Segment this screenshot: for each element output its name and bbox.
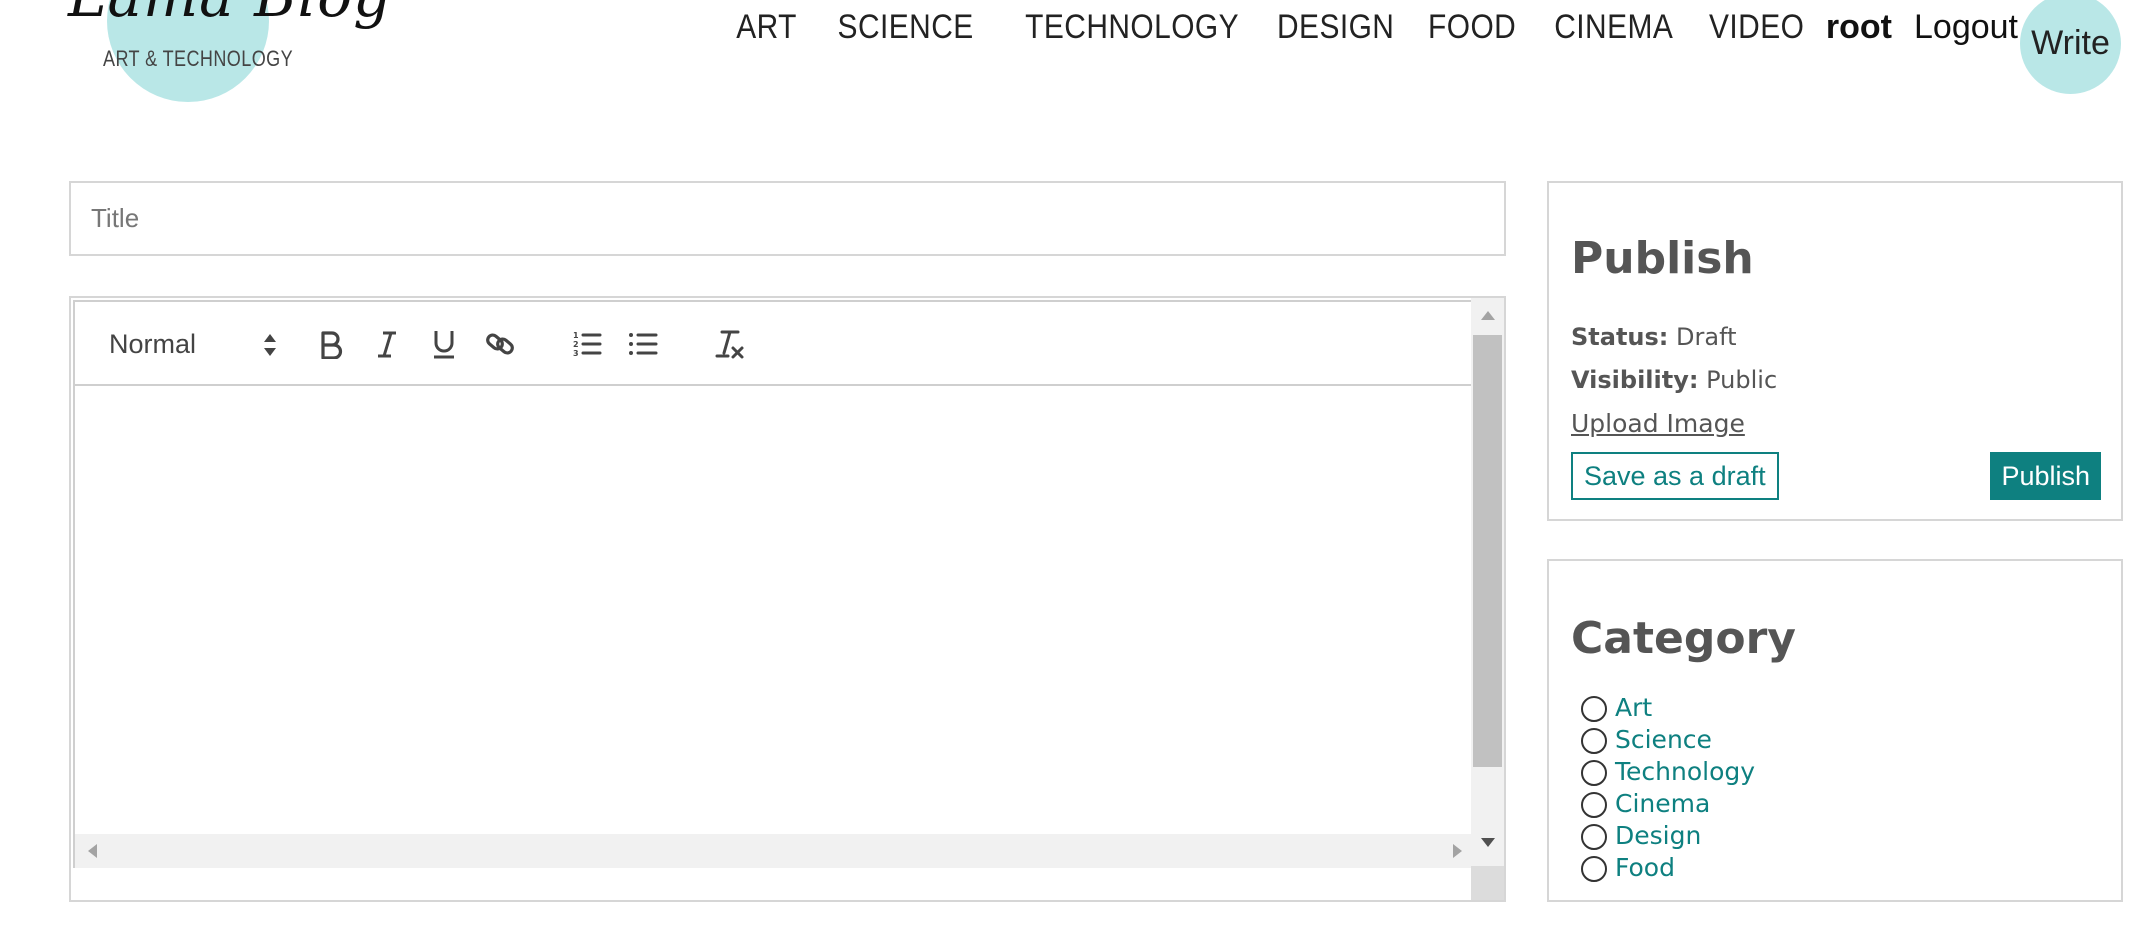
category-option-art[interactable]: Art xyxy=(1581,691,1755,723)
nav-link-science[interactable]: SCIENCE xyxy=(838,8,974,47)
nav-links: ART SCIENCE TECHNOLOGY DESIGN FOOD CINEM… xyxy=(706,4,2018,50)
scroll-down-icon[interactable] xyxy=(1479,836,1497,850)
italic-button[interactable] xyxy=(365,322,409,366)
bullet-list-icon xyxy=(629,333,658,355)
clear-format-icon xyxy=(715,330,744,359)
save-draft-button[interactable]: Save as a draft xyxy=(1571,452,1779,500)
status-label: Status: xyxy=(1571,323,1669,351)
status-value: Draft xyxy=(1676,323,1737,351)
nav-link-cinema[interactable]: CINEMA xyxy=(1555,8,1674,47)
publish-panel: Publish Status: Draft Visibility: Public… xyxy=(1547,181,2123,521)
bold-button[interactable] xyxy=(309,322,353,366)
vertical-scrollbar[interactable] xyxy=(1471,298,1504,866)
category-option-cinema[interactable]: Cinema xyxy=(1581,787,1755,819)
publish-heading: Publish xyxy=(1571,233,1754,284)
ordered-list-button[interactable]: 1 2 3 xyxy=(565,322,609,366)
nav-link-design[interactable]: DESIGN xyxy=(1277,8,1394,47)
publish-button[interactable]: Publish xyxy=(1990,452,2101,500)
category-radio[interactable] xyxy=(1581,696,1607,722)
picker-arrows-icon[interactable] xyxy=(262,332,278,358)
scroll-left-icon[interactable] xyxy=(85,842,99,860)
link-button[interactable] xyxy=(478,322,522,366)
scroll-up-icon[interactable] xyxy=(1479,308,1497,322)
upload-image-link[interactable]: Upload Image xyxy=(1571,409,1745,438)
rich-text-editor: Normal 1 2 3 xyxy=(69,296,1506,902)
link-icon xyxy=(486,333,514,355)
logout-link[interactable]: Logout xyxy=(1914,8,2018,47)
category-heading: Category xyxy=(1571,613,1796,664)
logo-title[interactable]: Lama Blog xyxy=(68,0,391,30)
visibility-value: Public xyxy=(1706,366,1778,394)
category-label[interactable]: Design xyxy=(1615,821,1701,850)
category-radio[interactable] xyxy=(1581,824,1607,850)
category-label[interactable]: Technology xyxy=(1615,757,1755,786)
ordered-list-icon: 1 2 3 xyxy=(573,331,602,358)
nav-username[interactable]: root xyxy=(1826,8,1892,47)
bullet-list-button[interactable] xyxy=(621,322,665,366)
category-option-design[interactable]: Design xyxy=(1581,819,1755,851)
category-radio[interactable] xyxy=(1581,856,1607,882)
category-label[interactable]: Science xyxy=(1615,725,1712,754)
scrollbar-corner xyxy=(1471,866,1504,900)
category-option-food[interactable]: Food xyxy=(1581,851,1755,883)
nav-link-food[interactable]: FOOD xyxy=(1428,8,1516,47)
category-radio[interactable] xyxy=(1581,760,1607,786)
horizontal-scrollbar[interactable] xyxy=(75,834,1475,868)
write-button[interactable]: Write xyxy=(2020,0,2121,94)
category-option-science[interactable]: Science xyxy=(1581,723,1755,755)
logo-tagline: ART & TECHNOLOGY xyxy=(103,46,294,71)
svg-text:1: 1 xyxy=(573,331,579,340)
nav-link-technology[interactable]: TECHNOLOGY xyxy=(1025,8,1239,47)
italic-icon xyxy=(378,331,396,358)
editor-toolbar: Normal 1 2 3 xyxy=(75,302,1475,386)
category-label[interactable]: Cinema xyxy=(1615,789,1710,818)
category-radio[interactable] xyxy=(1581,792,1607,818)
nav-link-art[interactable]: ART xyxy=(736,8,797,47)
category-list: Art Science Technology Cinema Design Foo… xyxy=(1581,691,1755,883)
category-label[interactable]: Art xyxy=(1615,693,1652,722)
category-label[interactable]: Food xyxy=(1615,853,1675,882)
status-row: Status: Draft xyxy=(1571,323,1737,351)
svg-text:3: 3 xyxy=(573,349,579,358)
bold-icon xyxy=(321,331,343,359)
category-radio[interactable] xyxy=(1581,728,1607,754)
category-option-technology[interactable]: Technology xyxy=(1581,755,1755,787)
editor-frame: Normal 1 2 3 xyxy=(73,300,1475,870)
format-picker-label: Normal xyxy=(109,328,197,359)
scroll-right-icon[interactable] xyxy=(1451,842,1465,860)
title-input[interactable] xyxy=(69,181,1506,256)
vertical-scrollbar-thumb[interactable] xyxy=(1473,335,1502,767)
editor-content-area[interactable] xyxy=(75,386,1475,870)
underline-button[interactable] xyxy=(422,322,466,366)
visibility-label: Visibility: xyxy=(1571,366,1699,394)
underline-icon xyxy=(434,331,454,359)
visibility-row: Visibility: Public xyxy=(1571,366,1777,394)
svg-text:2: 2 xyxy=(573,340,579,349)
clear-format-button[interactable] xyxy=(708,322,752,366)
navbar: Lama Blog ART & TECHNOLOGY ART SCIENCE T… xyxy=(0,0,2146,110)
category-panel: Category Art Science Technology Cinema D… xyxy=(1547,559,2123,902)
nav-link-video[interactable]: VIDEO xyxy=(1709,8,1804,47)
